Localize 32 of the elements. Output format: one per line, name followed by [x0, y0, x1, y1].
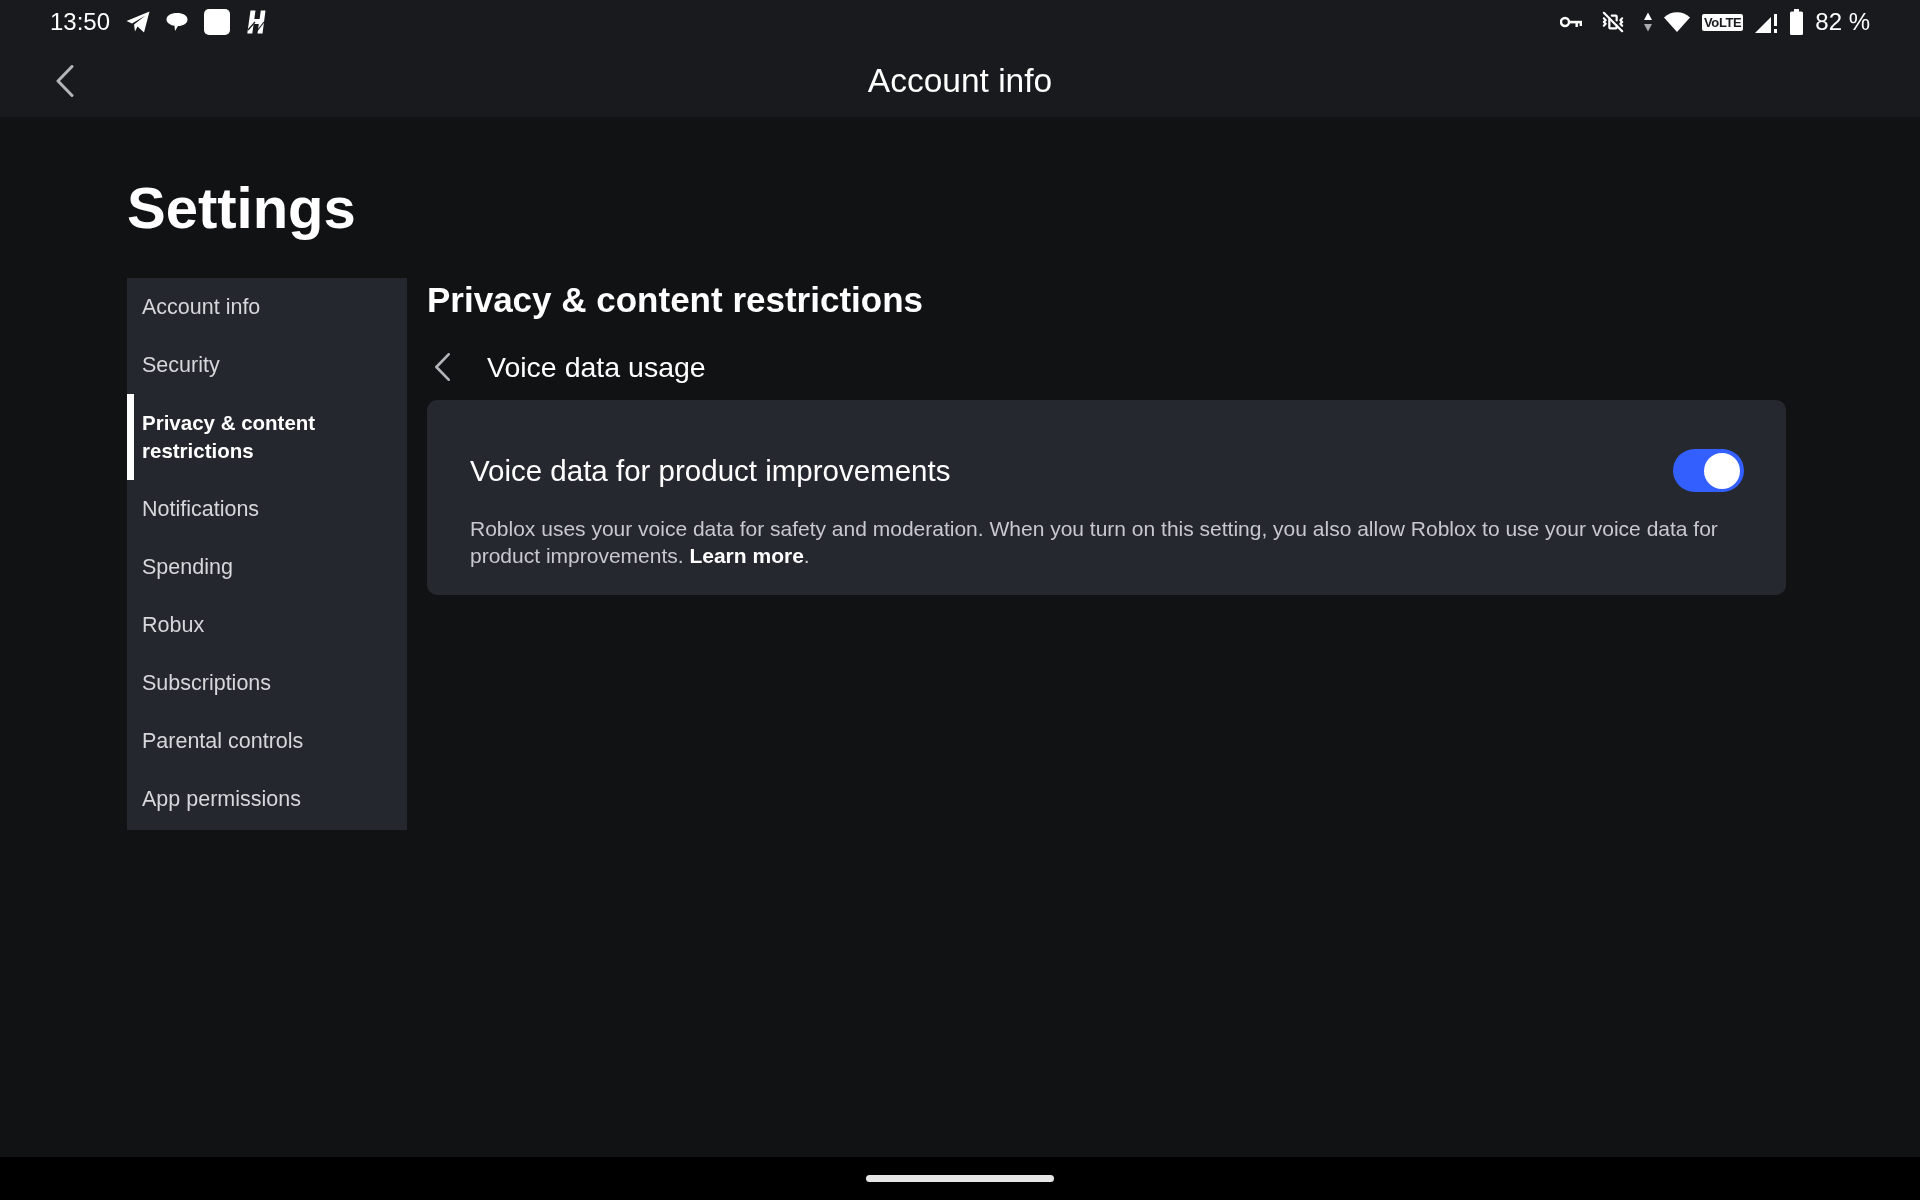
- battery-icon: [1790, 9, 1804, 35]
- striped-logo-icon: [246, 10, 267, 34]
- page-title: Settings: [127, 174, 356, 242]
- chevron-left-icon: [433, 353, 451, 381]
- setting-description: Roblox uses your voice data for safety and moderation. When you turn on this setting, you also allow Roblox to use your voice data for product improvements. Learn more.: [470, 516, 1719, 569]
- sidebar-item[interactable]: Robux: [127, 596, 407, 654]
- key-icon: [1560, 15, 1583, 29]
- section-title: Privacy & content restrictions: [427, 279, 923, 321]
- chat-bubbles-icon: [166, 12, 189, 32]
- sidebar-item[interactable]: App permissions: [127, 770, 407, 828]
- setting-title: Voice data for product improvements: [470, 452, 951, 489]
- network-type-label: VoLTE: [1702, 13, 1744, 31]
- sidebar-item[interactable]: Parental controls: [127, 712, 407, 770]
- rounded-square-icon: [204, 9, 231, 35]
- vibrate-off-icon: [1602, 11, 1625, 33]
- battery-percent: 82 %: [1815, 8, 1870, 36]
- sidebar-item[interactable]: Account info: [127, 278, 407, 336]
- status-time: 13:50: [50, 8, 111, 36]
- learn-more-link[interactable]: Learn more: [689, 544, 804, 567]
- chevron-left-icon: [56, 64, 74, 97]
- sidebar-item[interactable]: Spending: [127, 538, 407, 596]
- wifi-icon: [1664, 12, 1691, 32]
- header-title: Account info: [867, 60, 1053, 101]
- sidebar-item[interactable]: Privacy & content restrictions: [127, 394, 407, 480]
- paper-plane-icon: [126, 11, 151, 33]
- signal-icon: [1755, 11, 1779, 33]
- sidebar-item[interactable]: Subscriptions: [127, 654, 407, 712]
- data-arrows-icon: [1644, 12, 1653, 32]
- subpage-title: Voice data usage: [487, 350, 706, 385]
- sidebar-item[interactable]: Notifications: [127, 480, 407, 538]
- toggle-switch[interactable]: [1673, 449, 1744, 492]
- sidebar-item[interactable]: Security: [127, 336, 407, 394]
